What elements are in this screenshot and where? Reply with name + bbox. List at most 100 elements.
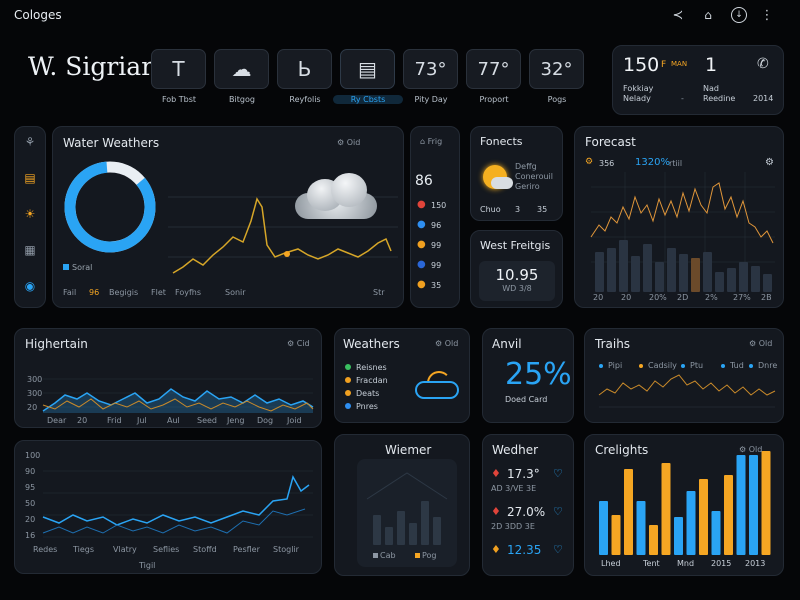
wiemer-legend-a-label: Cab bbox=[380, 551, 396, 560]
wedher-sub: AD 3/VE 3E bbox=[491, 484, 537, 493]
wiemer-bar bbox=[397, 511, 405, 545]
forecast-bar bbox=[619, 240, 628, 292]
tab-5[interactable]: 77° bbox=[466, 49, 521, 89]
x-tick-label: Stoffd bbox=[193, 545, 217, 554]
list-value: 99 bbox=[431, 261, 442, 270]
tab-label: Bitgog bbox=[229, 95, 255, 104]
tab-label: Pogs bbox=[547, 95, 567, 104]
tab-3[interactable]: ▤ bbox=[340, 49, 395, 89]
tab-6[interactable]: 32° bbox=[529, 49, 584, 89]
thermometer-icon: ♦ bbox=[491, 467, 501, 480]
summary-label-2: Nelady bbox=[623, 94, 651, 103]
forecast-card: Forecast ⚙ 356 1320% rtiil ⚙ 20 20 20% 2D 2%… bbox=[574, 126, 784, 308]
x-tick-label: Seed bbox=[197, 416, 217, 425]
crelights-bar bbox=[711, 511, 721, 555]
x-tick-label: Vlatry bbox=[113, 545, 137, 554]
clipboard-icon[interactable]: ▤ bbox=[20, 168, 40, 188]
forecast-bar bbox=[595, 252, 604, 292]
highertain-chart bbox=[42, 378, 314, 413]
summary-count: 1 bbox=[705, 54, 718, 76]
summary-temp: 150 bbox=[623, 54, 660, 76]
tab-label: Ry Cbsts bbox=[333, 95, 403, 104]
tab-0[interactable]: T bbox=[151, 49, 206, 89]
tab-1[interactable]: ☁ bbox=[214, 49, 269, 89]
crelights-bar bbox=[599, 501, 608, 555]
fonects-l3: Geriro bbox=[515, 182, 540, 191]
card-tools[interactable]: ⚙ Old bbox=[435, 339, 458, 348]
bottom-line-1 bbox=[42, 475, 310, 526]
x-tick-label: Flet bbox=[151, 288, 166, 297]
wedher-sub: 2D 3DD 3E bbox=[491, 522, 535, 531]
crelights-bar bbox=[624, 469, 633, 555]
x-tick-label: Dog bbox=[257, 416, 274, 425]
tab-label: Pity Day bbox=[414, 95, 448, 104]
tab-glyph: ▤ bbox=[358, 57, 377, 81]
sun-cloud-icon bbox=[479, 163, 513, 191]
trains-card: Traihs ⚙ Old Pipi Cadsily Ptu Tud Dnre bbox=[584, 328, 784, 423]
list-item: Deats bbox=[345, 389, 379, 398]
x-tick-label: 20 bbox=[593, 293, 604, 302]
crelights-bar bbox=[686, 491, 696, 555]
crelights-bar bbox=[674, 517, 683, 555]
trains-line bbox=[598, 374, 776, 396]
tab-4[interactable]: 73° bbox=[403, 49, 458, 89]
heart-icon[interactable]: ♡ bbox=[553, 467, 563, 480]
wiemer-bar bbox=[373, 515, 381, 545]
fonects-c: 35 bbox=[537, 205, 548, 214]
anvil-card: Anvil 25% Doed Card bbox=[482, 328, 574, 423]
card-title: West Freitgis bbox=[480, 239, 551, 252]
x-tick-label: 20 bbox=[77, 416, 88, 425]
x-tick-label: Fail bbox=[63, 288, 77, 297]
sun-icon[interactable]: ☀ bbox=[20, 204, 40, 224]
calendar-icon[interactable]: ▦ bbox=[20, 240, 40, 260]
wiemer-legend-a: Cab bbox=[373, 551, 396, 560]
download-icon[interactable]: ↓ bbox=[731, 7, 747, 23]
wiemer-bar bbox=[421, 501, 429, 545]
wiemer-legend-b-label: Pog bbox=[422, 551, 437, 560]
heart-icon[interactable]: ♡ bbox=[553, 543, 563, 556]
x-tick-label: Mnd bbox=[677, 559, 695, 568]
x-tick-label: Tiegs bbox=[73, 545, 95, 554]
list-value: 99 bbox=[431, 241, 442, 250]
share-icon[interactable]: ≺ bbox=[670, 7, 686, 23]
x-tick-label: Foyfhs bbox=[175, 288, 201, 297]
wiemer-bar bbox=[433, 517, 441, 545]
more-vertical-icon[interactable]: ⋮ bbox=[761, 7, 774, 23]
forecast-bar bbox=[655, 262, 664, 292]
mini-list-head: ⌂ Frig bbox=[420, 137, 443, 146]
forecast-line bbox=[590, 182, 774, 244]
tab-label: Proport bbox=[479, 95, 509, 104]
home-icon[interactable]: ⌂ bbox=[700, 7, 716, 23]
list-item: Pnres bbox=[345, 402, 378, 411]
trains-chart bbox=[598, 374, 776, 408]
list-value: 35 bbox=[431, 281, 442, 290]
tab-2[interactable]: Ь bbox=[277, 49, 332, 89]
crelights-bar bbox=[699, 479, 708, 555]
lungs-icon[interactable]: ⚘ bbox=[20, 132, 40, 152]
crelights-chart bbox=[599, 451, 771, 555]
legend-label: Soral bbox=[72, 263, 93, 272]
list-item-label: Pnres bbox=[356, 402, 378, 411]
summary-unit: F bbox=[661, 60, 667, 70]
x-tick-label: 2015 bbox=[711, 559, 732, 568]
heart-icon[interactable]: ♡ bbox=[553, 505, 563, 518]
crelights-bar bbox=[749, 455, 758, 555]
crelights-bar bbox=[761, 451, 771, 555]
x-tick-label: Jeng bbox=[227, 416, 245, 425]
tab-glyph: 73° bbox=[414, 58, 447, 80]
x-tick-label: Dear bbox=[47, 416, 67, 425]
globe-icon[interactable]: ◉ bbox=[20, 276, 40, 296]
crelights-bar bbox=[649, 525, 658, 555]
summary-tag: MAN bbox=[671, 60, 688, 68]
west-value-box: 10.95 WD 3/8 bbox=[479, 261, 555, 301]
phone-icon[interactable]: ✆ bbox=[757, 56, 769, 72]
fonects-l2: Conerouil bbox=[515, 172, 553, 181]
tab-label: Fob Tbst bbox=[161, 95, 197, 104]
x-tick-label: Redes bbox=[33, 545, 58, 554]
forecast-bar bbox=[739, 262, 748, 292]
summary-label-4: Reedine bbox=[703, 94, 736, 103]
wedher-card: Wedher ♦ 17.3° AD 3/VE 3E ♡ ♦ 27.0% 2D 3DD 3E ♡… bbox=[482, 434, 574, 576]
app-title: Cologes bbox=[14, 8, 62, 22]
list-item-label: Deats bbox=[356, 389, 380, 398]
fonects-card: Fonects Deffg Conerouil Geriro Chuo 3 35 bbox=[470, 126, 563, 221]
